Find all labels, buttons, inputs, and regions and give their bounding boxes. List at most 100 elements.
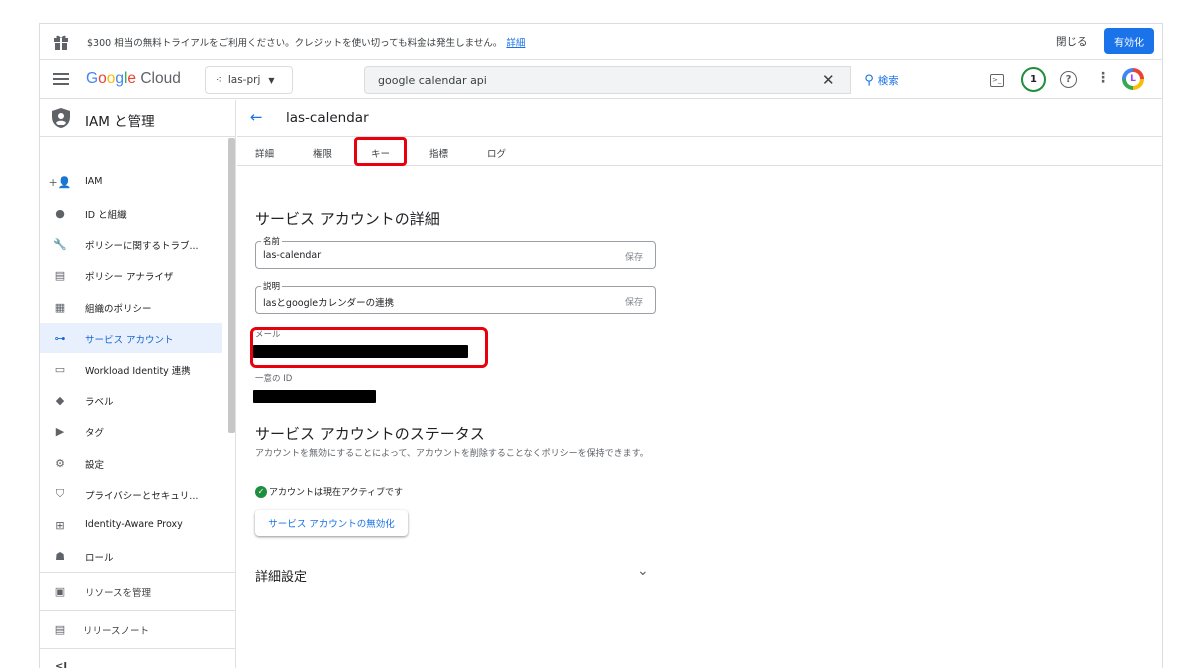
policy-analyzer-icon: ▤ (54, 268, 66, 282)
wrench-icon: 🔧 (53, 237, 67, 251)
sidebar-item-policy-analyzer[interactable]: ▤ ポリシー アナライザ (40, 260, 222, 290)
notification-badge[interactable]: 1 (1021, 67, 1046, 92)
search-input[interactable]: google calendar api (378, 74, 487, 87)
search-bar[interactable]: google calendar api ✕ ⚲ 検索 (364, 66, 912, 94)
service-account-icon: ⊶ (54, 331, 66, 345)
close-icon[interactable]: ✕ (822, 71, 835, 89)
person-add-icon: +👤 (48, 175, 72, 189)
sidebar-item-manage-resources[interactable]: ▣ リソースを管理 (40, 576, 222, 606)
status-description: アカウントを無効にすることによって、アカウントを削除することなくポリシーを保持で… (255, 449, 649, 459)
sidebar-item-roles[interactable]: ☗ ロール (40, 541, 222, 571)
menu-icon[interactable] (53, 73, 69, 87)
divider (40, 648, 236, 649)
sidebar-item-labels[interactable]: ◆ ラベル (40, 385, 222, 415)
name-field-value[interactable]: las-calendar (263, 250, 321, 261)
browser-frame: $300 相当の無料トライアルをご利用ください。クレジットを使い切っても料金は発… (39, 23, 1163, 668)
project-icon: ⁖ (216, 74, 222, 86)
sidebar-item-id-org[interactable]: ● ID と組織 (40, 198, 222, 228)
sidebar-item-policy-troubleshooter[interactable]: 🔧 ポリシーに関するトラブ... (40, 229, 222, 259)
sidebar-item-label: ロール (85, 553, 114, 564)
sidebar-item-label: サービス アカウント (85, 335, 174, 346)
promo-details-link[interactable]: 詳細 (506, 38, 525, 49)
sidebar-item-label: ラベル (85, 397, 114, 408)
sidebar-item-org-policies[interactable]: ▦ 組織のポリシー (40, 292, 222, 322)
promo-close-button[interactable]: 閉じる (1056, 34, 1088, 49)
chevron-down-icon[interactable]: ⌄ (637, 563, 649, 579)
description-field[interactable]: 説明 lasとgoogleカレンダーの連携 保存 (255, 280, 656, 314)
details-heading: サービス アカウントの詳細 (255, 210, 440, 228)
notes-icon: ▤ (54, 622, 66, 636)
help-icon[interactable]: ? (1060, 71, 1077, 88)
sidebar-item-workload-identity[interactable]: ▭ Workload Identity 連携 (40, 354, 222, 384)
tab-permissions[interactable]: 権限 (313, 146, 332, 160)
name-save-button[interactable]: 保存 (625, 250, 643, 263)
main-content: ← las-calendar 詳細 権限 キー 指標 ログ サービス アカウント… (237, 100, 1162, 668)
page-header: ← las-calendar (237, 100, 1162, 137)
sidebar-item-label: 設定 (85, 460, 105, 471)
sidebar-item-label: リソースを管理 (85, 588, 152, 599)
description-field-label: 説明 (261, 280, 283, 292)
sidebar-item-service-accounts[interactable]: ⊶ サービス アカウント (40, 323, 222, 353)
page-title: las-calendar (286, 110, 369, 126)
sidebar-item-settings[interactable]: ⚙ 設定 (40, 448, 222, 478)
unique-id-value-redacted (253, 390, 376, 403)
sidebar-item-label: Identity-Aware Proxy (85, 519, 183, 530)
keys-tab-highlight (354, 137, 407, 166)
sidebar-item-label: ポリシーに関するトラブ... (85, 241, 199, 252)
promo-text: $300 相当の無料トライアルをご利用ください。クレジットを使い切っても料金は発… (87, 38, 503, 49)
sidebar: IAM と管理 +👤 IAM ● ID と組織 🔧 ポリシーに関するトラブ... ▤ ポ… (40, 100, 236, 668)
sidebar-item-release-notes[interactable]: ▤ リリースノート (40, 614, 222, 644)
divider (40, 610, 236, 611)
search-button-label: 検索 (877, 74, 899, 87)
account-circle-icon: ● (55, 206, 65, 220)
sidebar-scrollbar[interactable] (228, 138, 235, 433)
avatar-letter: L (1126, 72, 1140, 86)
list-icon: ▦ (54, 300, 66, 314)
description-save-button[interactable]: 保存 (625, 295, 643, 308)
tab-logs[interactable]: ログ (487, 146, 506, 160)
promo-message: $300 相当の無料トライアルをご利用ください。クレジットを使い切っても料金は発… (87, 35, 525, 49)
sidebar-header: IAM と管理 (40, 100, 236, 137)
sidebar-item-label: プライバシーとセキュリ... (85, 491, 199, 502)
collapse-sidebar-button[interactable]: <I (55, 661, 67, 668)
status-heading: サービス アカウントのステータス (255, 425, 485, 443)
sidebar-item-iap[interactable]: ⊞ Identity-Aware Proxy (40, 510, 222, 540)
activate-button[interactable]: 有効化 (1104, 28, 1154, 54)
tab-bar: 詳細 権限 キー 指標 ログ (237, 137, 1162, 166)
google-cloud-logo[interactable]: Google Cloud (86, 70, 181, 88)
sidebar-item-label: ID と組織 (85, 210, 127, 221)
label-icon: ◆ (55, 393, 65, 407)
sidebar-item-tags[interactable]: ▶ タグ (40, 416, 222, 446)
more-vert-icon[interactable]: ⋮ (1096, 70, 1110, 86)
top-bar: Google Cloud ⁖ las-prj ▼ google calendar… (40, 61, 1162, 99)
proxy-icon: ⊞ (55, 518, 65, 532)
folder-gear-icon: ▣ (54, 584, 66, 598)
check-circle-icon: ✓ (255, 485, 267, 498)
project-selector[interactable]: ⁖ las-prj ▼ (205, 66, 293, 94)
sidebar-item-label: 組織のポリシー (85, 304, 152, 315)
sidebar-item-label: リリースノート (83, 626, 150, 637)
terminal-icon[interactable]: >_ (990, 74, 1004, 87)
sidebar-item-label: ポリシー アナライザ (85, 272, 174, 283)
gear-icon: ⚙ (55, 456, 65, 470)
search-button[interactable]: ⚲ 検索 (850, 66, 912, 94)
description-field-value[interactable]: lasとgoogleカレンダーの連携 (263, 295, 394, 309)
status-text: アカウントは現在アクティブです (269, 488, 404, 498)
shield-icon: ⛉ (55, 487, 65, 500)
sidebar-item-label: タグ (85, 428, 105, 439)
project-name: las-prj (227, 74, 261, 86)
name-field[interactable]: 名前 las-calendar 保存 (255, 235, 656, 269)
sidebar-item-iam[interactable]: +👤 IAM (40, 167, 222, 197)
roles-icon: ☗ (55, 549, 65, 563)
sidebar-item-privacy-security[interactable]: ⛉ プライバシーとセキュリ... (40, 479, 222, 509)
sidebar-item-label: Workload Identity 連携 (85, 366, 191, 377)
workload-icon: ▭ (54, 362, 66, 376)
divider (40, 572, 236, 573)
advanced-settings-toggle[interactable]: 詳細設定 (255, 566, 307, 585)
sidebar-title: IAM と管理 (85, 114, 155, 130)
disable-account-button[interactable]: サービス アカウントの無効化 (255, 510, 408, 536)
tab-details[interactable]: 詳細 (255, 146, 274, 160)
back-arrow-icon[interactable]: ← (250, 108, 263, 126)
tab-metrics[interactable]: 指標 (429, 146, 448, 160)
avatar[interactable]: L (1122, 68, 1144, 90)
